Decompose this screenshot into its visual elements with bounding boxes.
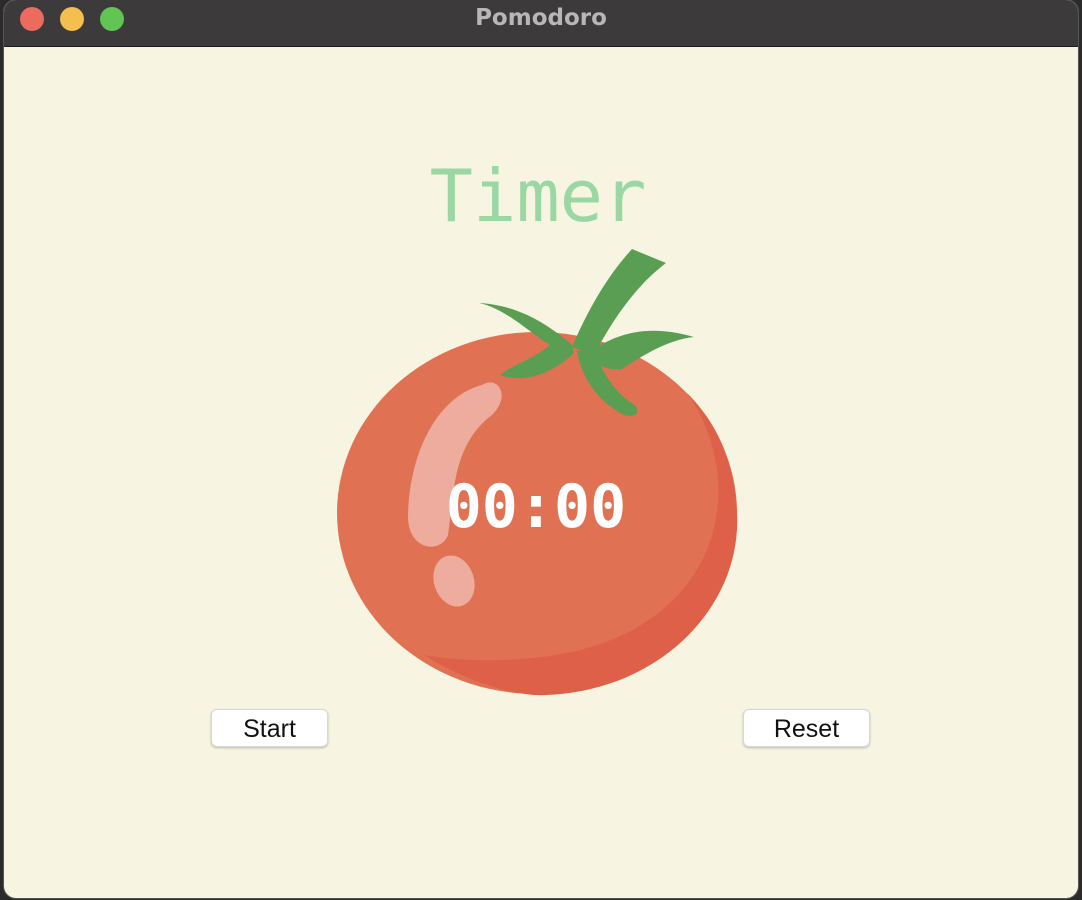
timer-heading: Timer [4,151,1078,241]
reset-button[interactable]: Reset [743,709,870,747]
timer-display: 00:00 [445,472,627,542]
start-button[interactable]: Start [211,709,328,747]
app-window: Pomodoro Timer 00:00 Start Reset [4,0,1078,898]
timer-heading-text: Timer [429,154,647,238]
title-bar: Pomodoro [4,0,1078,47]
main-content: Timer 00:00 Start Reset [4,47,1078,898]
window-title: Pomodoro [475,5,607,31]
